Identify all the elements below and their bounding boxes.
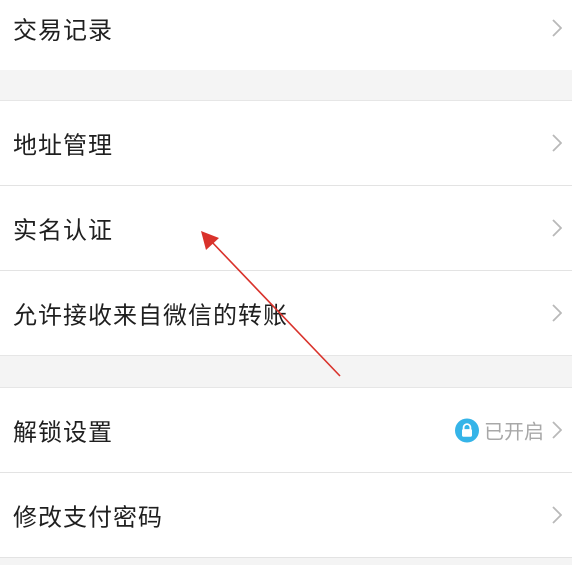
chevron-right-icon xyxy=(552,304,562,322)
chevron-right-icon xyxy=(552,19,562,37)
chevron-right-icon xyxy=(552,219,562,237)
unlock-status-text: 已开启 xyxy=(484,419,544,444)
menu-item-wechat-transfer[interactable]: 允许接收来自微信的转账 xyxy=(0,271,572,355)
menu-item-label: 实名认证 xyxy=(13,216,113,245)
menu-item-realname[interactable]: 实名认证 xyxy=(0,186,572,270)
menu-item-label: 地址管理 xyxy=(13,131,113,160)
menu-item-label: 允许接收来自微信的转账 xyxy=(13,301,288,330)
menu-item-label: 修改支付密码 xyxy=(13,503,163,532)
section-divider xyxy=(0,355,572,356)
chevron-right-icon xyxy=(552,421,562,439)
menu-item-label: 交易记录 xyxy=(13,16,113,45)
chevron-right-icon xyxy=(552,506,562,524)
menu-item-label: 解锁设置 xyxy=(13,418,113,447)
row-divider xyxy=(0,557,572,558)
menu-item-transactions[interactable]: 交易记录 xyxy=(0,0,572,70)
menu-item-address[interactable]: 地址管理 xyxy=(0,101,572,185)
lock-icon xyxy=(455,418,479,442)
menu-item-unlock-settings[interactable]: 解锁设置 已开启 xyxy=(0,388,572,472)
menu-item-change-password[interactable]: 修改支付密码 xyxy=(0,473,572,557)
chevron-right-icon xyxy=(552,134,562,152)
unlock-status: 已开启 xyxy=(455,416,544,445)
